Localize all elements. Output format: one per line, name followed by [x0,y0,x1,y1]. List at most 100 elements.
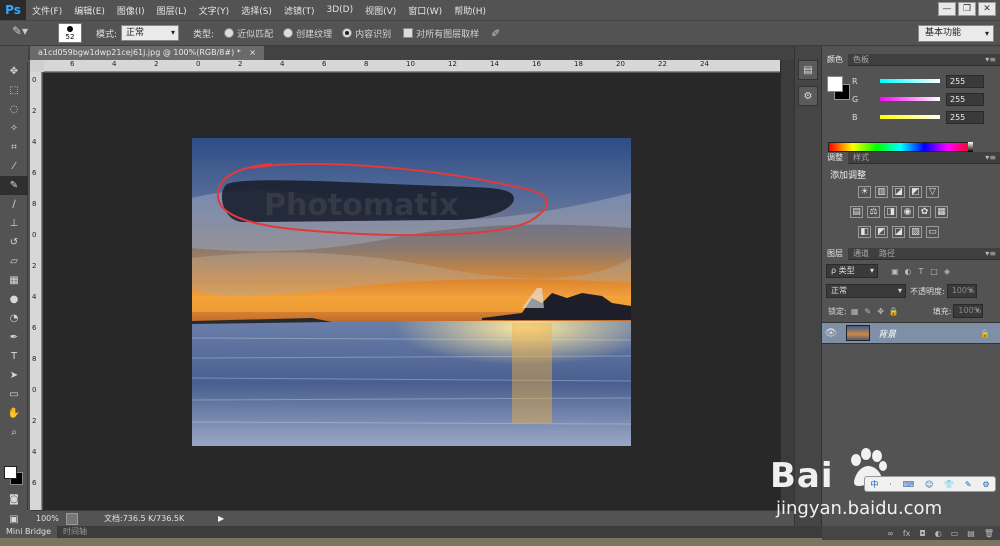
tab-swatches[interactable]: 色板 [848,54,874,66]
tab-color[interactable]: 颜色 [822,53,848,66]
sample-all-layers-checkbox[interactable] [403,28,414,38]
new-adjustment-layer-icon[interactable]: ◐ [935,529,942,538]
clone-stamp-tool-icon[interactable]: ⊥ [0,214,28,233]
green-slider[interactable] [880,97,940,101]
pressure-size-icon[interactable]: ✐ [491,27,500,40]
lock-position-icon[interactable]: ✥ [876,306,886,316]
black-white-ramp[interactable] [968,142,973,152]
close-button[interactable]: ✕ [978,2,996,16]
filter-pixel-icon[interactable]: ▣ [890,266,900,276]
history-panel-icon[interactable]: ▤ [798,60,818,80]
document-image[interactable]: Photomatix [192,138,631,446]
type-tool-icon[interactable]: T [0,347,28,366]
blue-slider[interactable] [880,115,940,119]
posterize-icon[interactable]: ◩ [875,226,888,238]
black-white-icon[interactable]: ◨ [884,206,897,218]
blend-mode-select[interactable]: 正常 [826,284,906,298]
fill-input[interactable]: 100% [953,304,984,318]
tab-channels[interactable]: 通道 [848,248,874,260]
menu-type[interactable]: 文字(Y) [193,4,236,17]
filter-adjustment-icon[interactable]: ◐ [903,266,913,276]
red-value-input[interactable]: 255 [946,74,984,88]
workspace-select[interactable]: 基本功能 [918,25,994,42]
brush-size-picker[interactable]: 52 [58,23,82,43]
spot-healing-brush-icon[interactable]: ✎▾ [12,24,34,42]
brightness-icon[interactable]: ☀ [858,186,871,198]
filter-smart-object-icon[interactable]: ◈ [942,266,952,276]
pen-tool-icon[interactable]: ✒ [0,328,28,347]
green-value-input[interactable]: 255 [946,92,984,106]
tab-timeline[interactable]: 时间轴 [57,526,93,538]
invert-icon[interactable]: ◧ [858,226,871,238]
quick-select-tool-icon[interactable]: ✧ [0,119,28,138]
levels-icon[interactable]: ▥ [875,186,888,198]
selective-color-icon[interactable]: ▭ [926,226,939,238]
tab-mini-bridge[interactable]: Mini Bridge [0,526,58,538]
ime-settings-icon[interactable]: ⚙ [982,480,989,489]
path-select-tool-icon[interactable]: ➤ [0,366,28,385]
document-tab-close-icon[interactable]: × [249,48,256,57]
layer-style-icon[interactable]: fx [903,529,911,538]
menu-window[interactable]: 窗口(W) [402,4,448,17]
color-panel-menu-icon[interactable]: ▾≡ [985,55,1000,64]
ime-punctuation-icon[interactable]: · [889,480,892,489]
foreground-color-swatch[interactable] [4,466,17,479]
eyedropper-tool-icon[interactable]: ⁄ [0,157,28,176]
link-layers-icon[interactable]: ∞ [887,529,894,538]
brush-tool-icon[interactable]: ∕ [0,195,28,214]
exposure-icon[interactable]: ◩ [909,186,922,198]
lasso-tool-icon[interactable]: ◌ [0,100,28,119]
opacity-input[interactable]: 100% [946,284,977,298]
layer-row-background[interactable]: 👁 背景 🔒 [822,322,1000,344]
curves-icon[interactable]: ◪ [892,186,905,198]
channel-mixer-icon[interactable]: ✿ [918,206,931,218]
menu-edit[interactable]: 编辑(E) [68,4,111,17]
adjustments-panel-menu-icon[interactable]: ▾≡ [985,153,1000,162]
tab-paths[interactable]: 路径 [874,248,900,260]
lock-all-icon[interactable]: 🔒 [889,306,899,316]
red-slider[interactable] [880,79,940,83]
filter-type-icon[interactable]: T [916,266,926,276]
blur-tool-icon[interactable]: ● [0,290,28,309]
color-panel-foreground-swatch[interactable] [827,76,843,92]
radio-proximity-match[interactable] [224,28,235,38]
new-layer-icon[interactable]: ▤ [967,529,975,538]
tab-styles[interactable]: 样式 [848,152,874,164]
move-tool-icon[interactable]: ✥ [0,62,28,81]
photo-filter-icon[interactable]: ◉ [901,206,914,218]
marquee-tool-icon[interactable]: ⬚ [0,81,28,100]
new-group-icon[interactable]: ▭ [951,529,959,538]
spot-healing-tool-icon[interactable]: ✎ [0,176,28,195]
gradient-map-icon[interactable]: ▨ [909,226,922,238]
ime-skin-icon[interactable]: 👕 [944,480,954,489]
layer-visibility-eye-icon[interactable]: 👁 [822,328,840,339]
lock-transparent-icon[interactable]: ▦ [850,306,860,316]
layer-name[interactable]: 背景 [878,327,896,340]
menu-file[interactable]: 文件(F) [26,4,68,17]
quick-mask-icon[interactable]: ◙ [0,490,28,509]
eraser-tool-icon[interactable]: ▱ [0,252,28,271]
shape-tool-icon[interactable]: ▭ [0,385,28,404]
color-spectrum-bar[interactable] [828,142,973,152]
minimize-button[interactable]: — [938,2,956,16]
tab-layers[interactable]: 图层 [822,247,848,260]
tab-adjustments[interactable]: 调整 [822,151,848,164]
dodge-tool-icon[interactable]: ◔ [0,309,28,328]
blue-value-input[interactable]: 255 [946,110,984,124]
ime-handwriting-icon[interactable]: ✎ [965,480,972,489]
menu-view[interactable]: 视图(V) [359,4,402,17]
zoom-level[interactable]: 100% [30,514,60,523]
ruler-origin[interactable] [30,60,44,72]
hue-saturation-icon[interactable]: ▤ [850,206,863,218]
layer-filter-select[interactable]: ρ 类型 [826,264,878,278]
menu-filter[interactable]: 滤镜(T) [278,4,321,17]
add-mask-icon[interactable]: ◘ [919,529,925,538]
document-tab[interactable]: a1cd059bgw1dwp21cej61j.jpg @ 100%(RGB/8#… [30,46,264,60]
crop-tool-icon[interactable]: ⌗ [0,138,28,157]
color-balance-icon[interactable]: ⚖ [867,206,880,218]
vibrance-icon[interactable]: ▽ [926,186,939,198]
hand-tool-icon[interactable]: ✋ [0,404,28,423]
zoom-tool-icon[interactable]: ⌕ [0,423,28,442]
threshold-icon[interactable]: ◪ [892,226,905,238]
menu-layer[interactable]: 图层(L) [151,4,193,17]
